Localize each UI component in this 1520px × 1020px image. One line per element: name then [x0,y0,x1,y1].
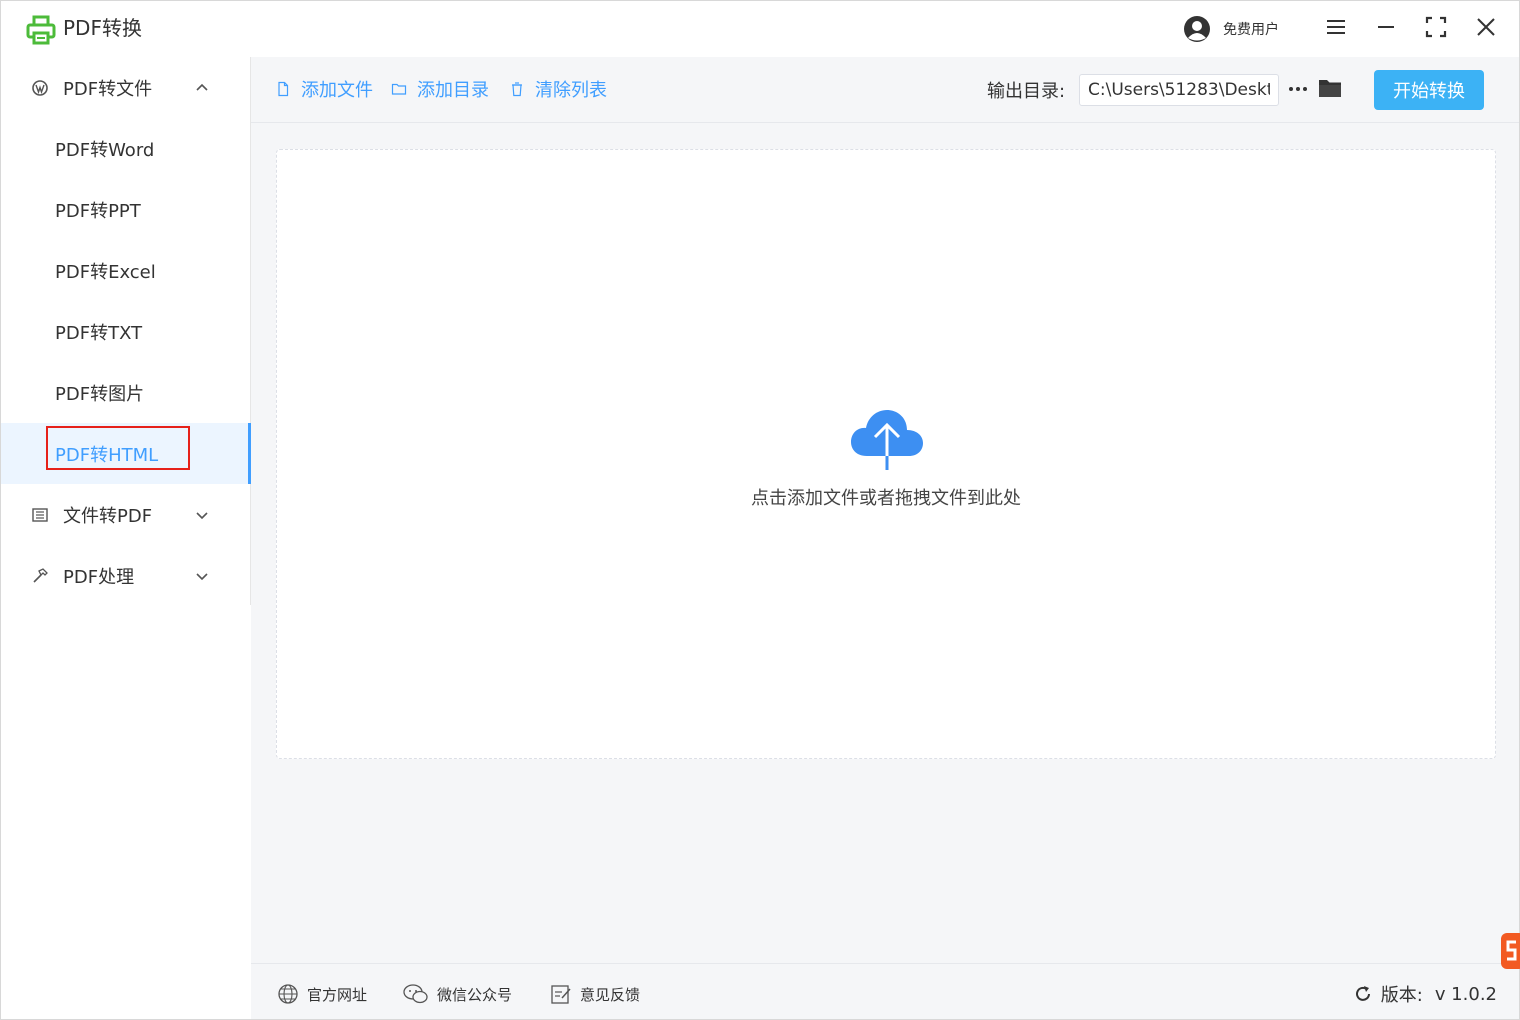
user-avatar-icon [1184,16,1210,42]
user-account[interactable]: 免费用户 [1183,15,1279,43]
chevron-down-icon [196,572,208,580]
toolbar: 添加文件 添加目录 清除列表 输出目录: C:\Users\51283\Desk… [251,57,1519,123]
output-directory-input[interactable] [1079,74,1279,106]
hammer-icon [33,567,48,583]
sidebar-item-pdf-to-excel[interactable]: PDF转Excel [1,240,250,301]
main-panel: 添加文件 添加目录 清除列表 输出目录: C:\Users\51283\Desk… [251,57,1519,1019]
version-number: v 1.0.2 [1434,983,1497,1005]
title-bar: PDF转换 免费用户 [1,1,1519,57]
output-directory-label: 输出目录: [987,81,1066,102]
sidebar-item-pdf-to-txt[interactable]: PDF转TXT [1,301,250,362]
app-title: PDF转换 [63,16,142,40]
app-window: PDF转换 免费用户 PDF转文件 PDF转Word PDF转PPT PDF转E… [0,0,1520,1020]
sidebar-item-label: PDF转PPT [55,200,141,222]
add-file-label: 添加文件 [301,80,373,101]
sidebar-item-pdf-to-image[interactable]: PDF转图片 [1,362,250,423]
footer: 官方网址 微信公众号 意见反馈 版本: v 1.0.2 [251,963,1519,1019]
folder-outline-icon [391,83,407,95]
edit-note-icon [551,985,571,1004]
start-convert-button[interactable]: 开始转换 [1374,70,1484,110]
menu-icon[interactable] [1324,15,1348,39]
folder-open-icon[interactable] [1317,75,1343,101]
wechat-icon [403,984,428,1004]
trash-icon [512,82,522,97]
chevron-down-icon [196,511,208,519]
annotation-highlight-box [46,426,190,470]
printer-logo-icon [26,15,56,45]
official-site-label: 官方网址 [307,985,368,1004]
maximize-icon[interactable] [1424,15,1448,39]
more-dots-icon[interactable] [1287,77,1309,101]
file-icon [278,81,289,97]
sidebar-item-label: PDF转Excel [55,261,156,283]
clear-list-button[interactable]: 清除列表 [509,77,607,101]
document-list-icon [32,507,48,522]
corner-s-badge-icon[interactable] [1499,931,1520,971]
feedback-link[interactable]: 意见反馈 [550,982,640,1006]
clear-list-label: 清除列表 [535,80,607,101]
version-info[interactable]: 版本: v 1.0.2 [1353,982,1497,1006]
menu-group-pdf-process[interactable]: PDF处理 [1,545,250,606]
file-drop-zone[interactable]: 点击添加文件或者拖拽文件到此处 [276,149,1496,759]
official-site-link[interactable]: 官方网址 [277,982,367,1006]
menu-group-label: 文件转PDF [63,505,153,527]
cloud-upload-icon [851,410,923,470]
version-label: 版本: [1380,985,1423,1006]
wechat-account-link[interactable]: 微信公众号 [403,982,512,1006]
menu-group-file-to-pdf[interactable]: 文件转PDF [1,484,250,545]
minimize-icon[interactable] [1374,15,1398,39]
sidebar-item-label: PDF转TXT [55,322,143,344]
globe-icon [278,984,298,1004]
sidebar-item-pdf-to-ppt[interactable]: PDF转PPT [1,179,250,240]
menu-group-pdf-to-file[interactable]: PDF转文件 [1,57,250,118]
menu-group-label: PDF处理 [63,566,135,588]
feedback-label: 意见反馈 [580,985,641,1004]
menu-group-label: PDF转文件 [63,78,153,100]
drop-zone-hint: 点击添加文件或者拖拽文件到此处 [751,488,1021,509]
sidebar-item-label: PDF转图片 [55,383,145,405]
add-file-button[interactable]: 添加文件 [275,77,373,101]
user-label: 免费用户 [1223,22,1279,38]
add-directory-button[interactable]: 添加目录 [391,77,489,101]
chevron-up-icon [196,83,208,91]
add-directory-label: 添加目录 [417,80,489,101]
refresh-icon [1355,986,1370,1001]
sidebar-item-pdf-to-word[interactable]: PDF转Word [1,118,250,179]
wechat-account-label: 微信公众号 [437,985,513,1004]
sidebar-item-label: PDF转Word [55,139,155,161]
close-icon[interactable] [1474,15,1498,39]
sidebar: PDF转文件 PDF转Word PDF转PPT PDF转Excel PDF转TX… [1,57,251,605]
wordpress-icon [32,79,48,96]
